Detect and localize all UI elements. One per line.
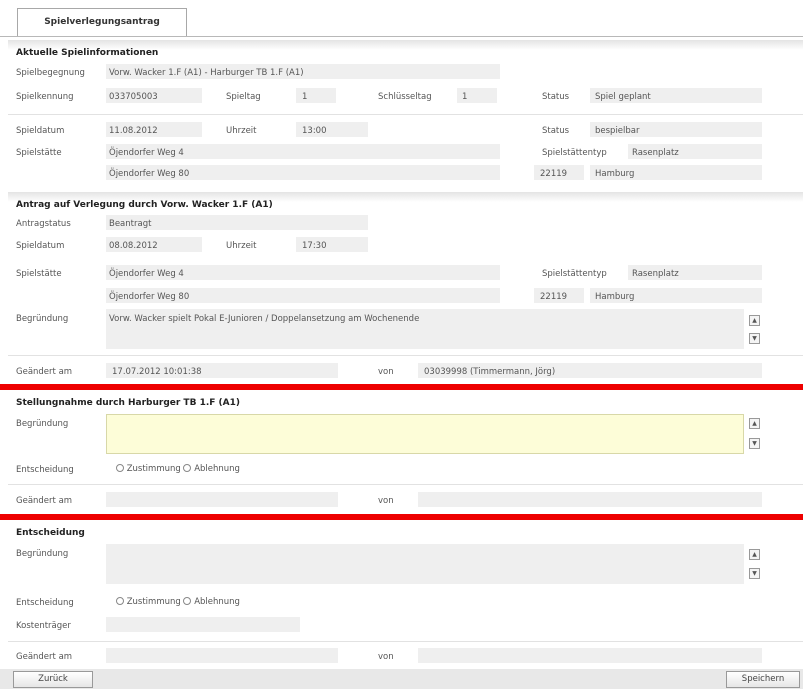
label-geaendert-am: Geändert am: [16, 652, 73, 662]
label-schluesseltag: Schlüsseltag: [378, 92, 432, 102]
zurueck-button[interactable]: Zurück: [13, 671, 93, 688]
value-antrag-spielstaette: Öjendorfer Weg 4: [109, 269, 184, 279]
label-entscheidung: Entscheidung: [16, 465, 74, 475]
value-spielstaette-2: Öjendorfer Weg 80: [109, 169, 190, 179]
label-zustimmung: Zustimmung: [126, 464, 181, 474]
tab-spielverlegungsantrag[interactable]: Spielverlegungsantrag: [17, 8, 187, 36]
label-von: von: [378, 367, 394, 377]
field-entscheidung-von: [418, 648, 762, 663]
value-antrag-spieldatum: 08.08.2012: [109, 241, 158, 251]
section-title-antrag: Antrag auf Verlegung durch Vorw. Wacker …: [16, 200, 273, 210]
scroll-up-icon[interactable]: ▲: [749, 315, 760, 326]
label-entscheidung: Entscheidung: [16, 598, 74, 608]
radio-zustimmung[interactable]: [116, 464, 124, 472]
label-spielkennung: Spielkennung: [16, 92, 74, 102]
radio-ablehnung[interactable]: [183, 464, 192, 472]
label-von: von: [378, 652, 394, 662]
label-ablehnung: Ablehnung: [194, 464, 240, 474]
radio-group-stellungnahme: Zustimmung Ablehnung: [116, 464, 240, 474]
value-spielstaettentyp: Rasenplatz: [632, 148, 679, 158]
value-spieltag: 1: [302, 92, 308, 102]
field-stellungnahme-von: [418, 492, 762, 507]
value-spielkennung: 033705003: [109, 92, 158, 102]
value-spielbegegnung: Vorw. Wacker 1.F (A1) - Harburger TB 1.F…: [109, 68, 304, 78]
label-geaendert-am: Geändert am: [16, 496, 73, 506]
value-schluesseltag: 1: [462, 92, 468, 102]
field-kostentraeger: [106, 617, 300, 632]
label-spielstaettentyp: Spielstättentyp: [542, 269, 607, 279]
divider: [8, 484, 803, 485]
radio-group-entscheidung: Zustimmung Ablehnung: [116, 597, 240, 607]
label-antragstatus: Antragstatus: [16, 219, 71, 229]
red-separator: [0, 384, 803, 390]
label-spieltag: Spieltag: [226, 92, 261, 102]
label-ablehnung: Ablehnung: [194, 597, 240, 607]
label-spielstaette: Spielstätte: [16, 269, 62, 279]
value-antrag-ort: Hamburg: [595, 292, 635, 302]
value-antrag-plz: 22119: [540, 292, 568, 302]
label-begruendung: Begründung: [16, 314, 69, 324]
label-begruendung: Begründung: [16, 549, 69, 559]
label-spieldatum: Spieldatum: [16, 241, 65, 251]
radio-ablehnung[interactable]: [183, 597, 192, 605]
label-spieldatum: Spieldatum: [16, 126, 65, 136]
radio-zustimmung[interactable]: [116, 597, 124, 605]
textarea-entscheidung-begruendung: [106, 544, 744, 584]
label-status: Status: [542, 92, 570, 102]
value-antragstatus: Beantragt: [109, 219, 152, 229]
scroll-up-icon[interactable]: ▲: [749, 549, 760, 560]
value-antrag-spielstaettentyp: Rasenplatz: [632, 269, 679, 279]
red-separator: [0, 514, 803, 520]
speichern-button[interactable]: Speichern: [726, 671, 800, 688]
label-zustimmung: Zustimmung: [126, 597, 181, 607]
label-spielstaette: Spielstätte: [16, 148, 62, 158]
value-uhrzeit: 13:00: [302, 126, 327, 136]
divider: [8, 355, 803, 356]
scroll-up-icon[interactable]: ▲: [749, 418, 760, 429]
value-ort: Hamburg: [595, 169, 635, 179]
section-title-stellungnahme: Stellungnahme durch Harburger TB 1.F (A1…: [16, 398, 240, 408]
value-antrag-spielstaette-2: Öjendorfer Weg 80: [109, 292, 190, 302]
divider: [8, 114, 803, 115]
section-title-current: Aktuelle Spielinformationen: [16, 48, 159, 58]
value-antrag-uhrzeit: 17:30: [302, 241, 327, 251]
value-antrag-begruendung: Vorw. Wacker spielt Pokal E-Junioren / D…: [109, 314, 420, 324]
scroll-down-icon[interactable]: ▼: [749, 438, 760, 449]
value-platzstatus: bespielbar: [595, 126, 640, 136]
label-von: von: [378, 496, 394, 506]
label-uhrzeit: Uhrzeit: [226, 126, 257, 136]
textarea-stellungnahme-begruendung[interactable]: [106, 414, 744, 454]
label-uhrzeit: Uhrzeit: [226, 241, 257, 251]
value-spieldatum: 11.08.2012: [109, 126, 158, 136]
scroll-down-icon[interactable]: ▼: [749, 333, 760, 344]
field-stellungnahme-geaendert-am: [106, 492, 338, 507]
label-platzstatus: Status: [542, 126, 570, 136]
label-begruendung: Begründung: [16, 419, 69, 429]
label-kostentraeger: Kostenträger: [16, 621, 71, 631]
value-antrag-von: 03039998 (Timmermann, Jörg): [424, 367, 556, 377]
value-status: Spiel geplant: [595, 92, 651, 102]
label-spielstaettentyp: Spielstättentyp: [542, 148, 607, 158]
label-spielbegegnung: Spielbegegnung: [16, 68, 85, 78]
field-entscheidung-geaendert-am: [106, 648, 338, 663]
scroll-down-icon[interactable]: ▼: [749, 568, 760, 579]
value-antrag-geaendert-am: 17.07.2012 10:01:38: [112, 367, 202, 377]
label-geaendert-am: Geändert am: [16, 367, 73, 377]
section-title-entscheidung: Entscheidung: [16, 528, 85, 538]
divider: [8, 641, 803, 642]
footer-bar: [0, 669, 803, 689]
value-spielstaette: Öjendorfer Weg 4: [109, 148, 184, 158]
value-plz: 22119: [540, 169, 568, 179]
